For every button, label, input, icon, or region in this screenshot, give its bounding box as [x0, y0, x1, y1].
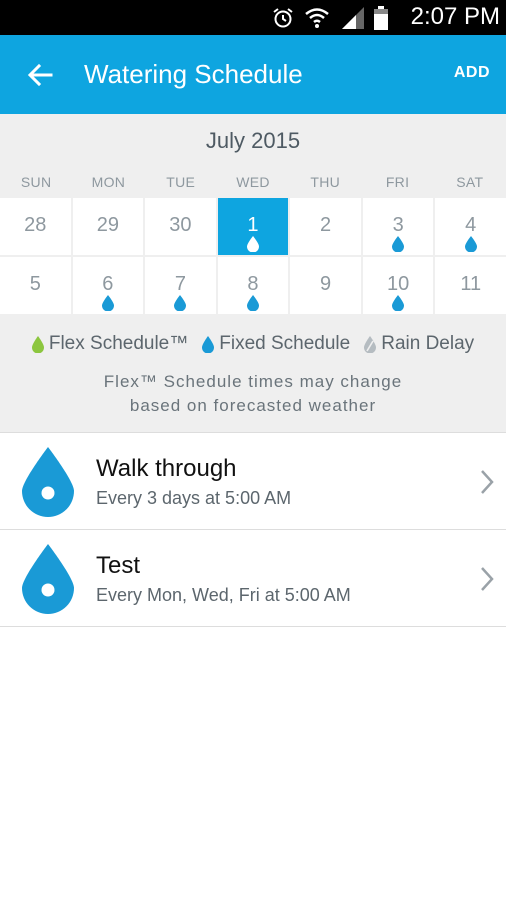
- day-number: 29: [96, 214, 119, 236]
- calendar-day[interactable]: 3: [362, 198, 434, 255]
- weekday-label: TUE: [166, 174, 196, 190]
- legend-flex: Flex Schedule™: [31, 333, 189, 355]
- water-drop-icon: [392, 295, 405, 311]
- day-number: 10: [387, 273, 410, 295]
- day-number: 1: [247, 214, 259, 236]
- day-number: 5: [29, 273, 41, 295]
- chevron-right-icon: [481, 567, 494, 591]
- signal-icon: [342, 7, 364, 29]
- fixed-drop-icon: [202, 335, 215, 353]
- back-button[interactable]: [24, 59, 56, 91]
- water-drop-icon: [392, 236, 405, 252]
- app-bar: Watering Schedule ADD: [0, 35, 506, 114]
- schedule-name: Walk through: [96, 455, 237, 482]
- day-number: 3: [392, 214, 404, 236]
- calendar-day[interactable]: 7: [145, 257, 216, 314]
- calendar-day[interactable]: 29: [72, 198, 144, 255]
- arrow-left-icon: [27, 63, 53, 87]
- flex-note-line: Flex™ Schedule times may change: [103, 372, 403, 391]
- calendar-day[interactable]: 5: [0, 257, 71, 314]
- water-drop-icon: [246, 236, 259, 252]
- weekday-label: SUN: [20, 174, 52, 190]
- legend-rain-label: Rain Delay: [381, 333, 475, 354]
- calendar-day[interactable]: 30: [145, 198, 216, 255]
- day-number: 7: [174, 273, 186, 295]
- water-drop-icon: [246, 295, 259, 311]
- schedule-list: Walk through Every 3 days at 5:00 AM Tes…: [0, 432, 506, 627]
- weekday-header: SUN MON TUE WED THU FRI SAT: [0, 174, 506, 194]
- chevron-right-icon: [481, 470, 494, 494]
- day-number: 2: [320, 214, 332, 236]
- status-time: 2:07 PM: [410, 3, 500, 30]
- calendar-legend: Flex Schedule™ Fixed Schedule Rain Delay: [0, 332, 506, 356]
- day-number: 6: [102, 273, 114, 295]
- legend-rain: Rain Delay: [364, 333, 474, 355]
- schedule-item[interactable]: Walk through Every 3 days at 5:00 AM: [0, 432, 506, 529]
- battery-icon: [374, 6, 388, 30]
- calendar-day[interactable]: 4: [435, 198, 506, 255]
- legend-flex-label: Flex Schedule™: [48, 333, 189, 354]
- weekday-label: THU: [310, 174, 341, 190]
- water-drop-icon: [174, 295, 187, 311]
- water-drop-icon: [101, 295, 114, 311]
- calendar-day[interactable]: 28: [0, 198, 71, 255]
- flex-note: Flex™ Schedule times may change based on…: [0, 370, 506, 418]
- status-bar: 2:07 PM: [0, 0, 506, 35]
- calendar-day[interactable]: 10: [362, 257, 434, 314]
- day-number: 30: [169, 214, 192, 236]
- weekday-label: SAT: [456, 174, 484, 190]
- legend-fixed: Fixed Schedule: [202, 333, 350, 355]
- weekday-label: FRI: [385, 174, 410, 190]
- add-button[interactable]: ADD: [454, 64, 490, 82]
- calendar-day[interactable]: 9: [290, 257, 361, 314]
- water-drop-icon: [22, 544, 74, 614]
- day-number: 9: [320, 273, 332, 295]
- water-drop-icon: [22, 447, 74, 517]
- day-number: 11: [460, 273, 482, 295]
- calendar-panel: July 2015 SUN MON TUE WED THU FRI SAT 28…: [0, 114, 506, 432]
- flex-note-line: based on forecasted weather: [129, 396, 377, 415]
- calendar-grid: 28 29 30 1 2 3 4 5 6 7 8 9 10 11: [0, 198, 506, 316]
- schedule-item[interactable]: Test Every Mon, Wed, Fri at 5:00 AM: [0, 529, 506, 627]
- alarm-icon: [273, 8, 293, 28]
- day-number: 4: [465, 214, 477, 236]
- wifi-icon: [305, 8, 329, 28]
- schedule-detail: Every Mon, Wed, Fri at 5:00 AM: [96, 585, 351, 605]
- status-icons: [272, 4, 388, 32]
- rain-delay-icon: [364, 335, 377, 353]
- page-title: Watering Schedule: [84, 59, 303, 89]
- water-drop-icon: [464, 236, 477, 252]
- calendar-day-selected[interactable]: 1: [217, 198, 289, 255]
- calendar-day[interactable]: 11: [435, 257, 506, 314]
- day-number: 28: [24, 214, 47, 236]
- weekday-label: MON: [91, 174, 126, 190]
- flex-drop-icon: [31, 335, 44, 353]
- schedule-name: Test: [96, 552, 141, 579]
- day-number: 8: [247, 273, 259, 295]
- month-title: July 2015: [205, 128, 301, 153]
- schedule-detail: Every 3 days at 5:00 AM: [96, 488, 292, 508]
- calendar-day[interactable]: 6: [72, 257, 144, 314]
- legend-fixed-label: Fixed Schedule: [219, 333, 351, 354]
- weekday-label: WED: [236, 174, 270, 190]
- calendar-day[interactable]: 2: [290, 198, 361, 255]
- calendar-day[interactable]: 8: [217, 257, 289, 314]
